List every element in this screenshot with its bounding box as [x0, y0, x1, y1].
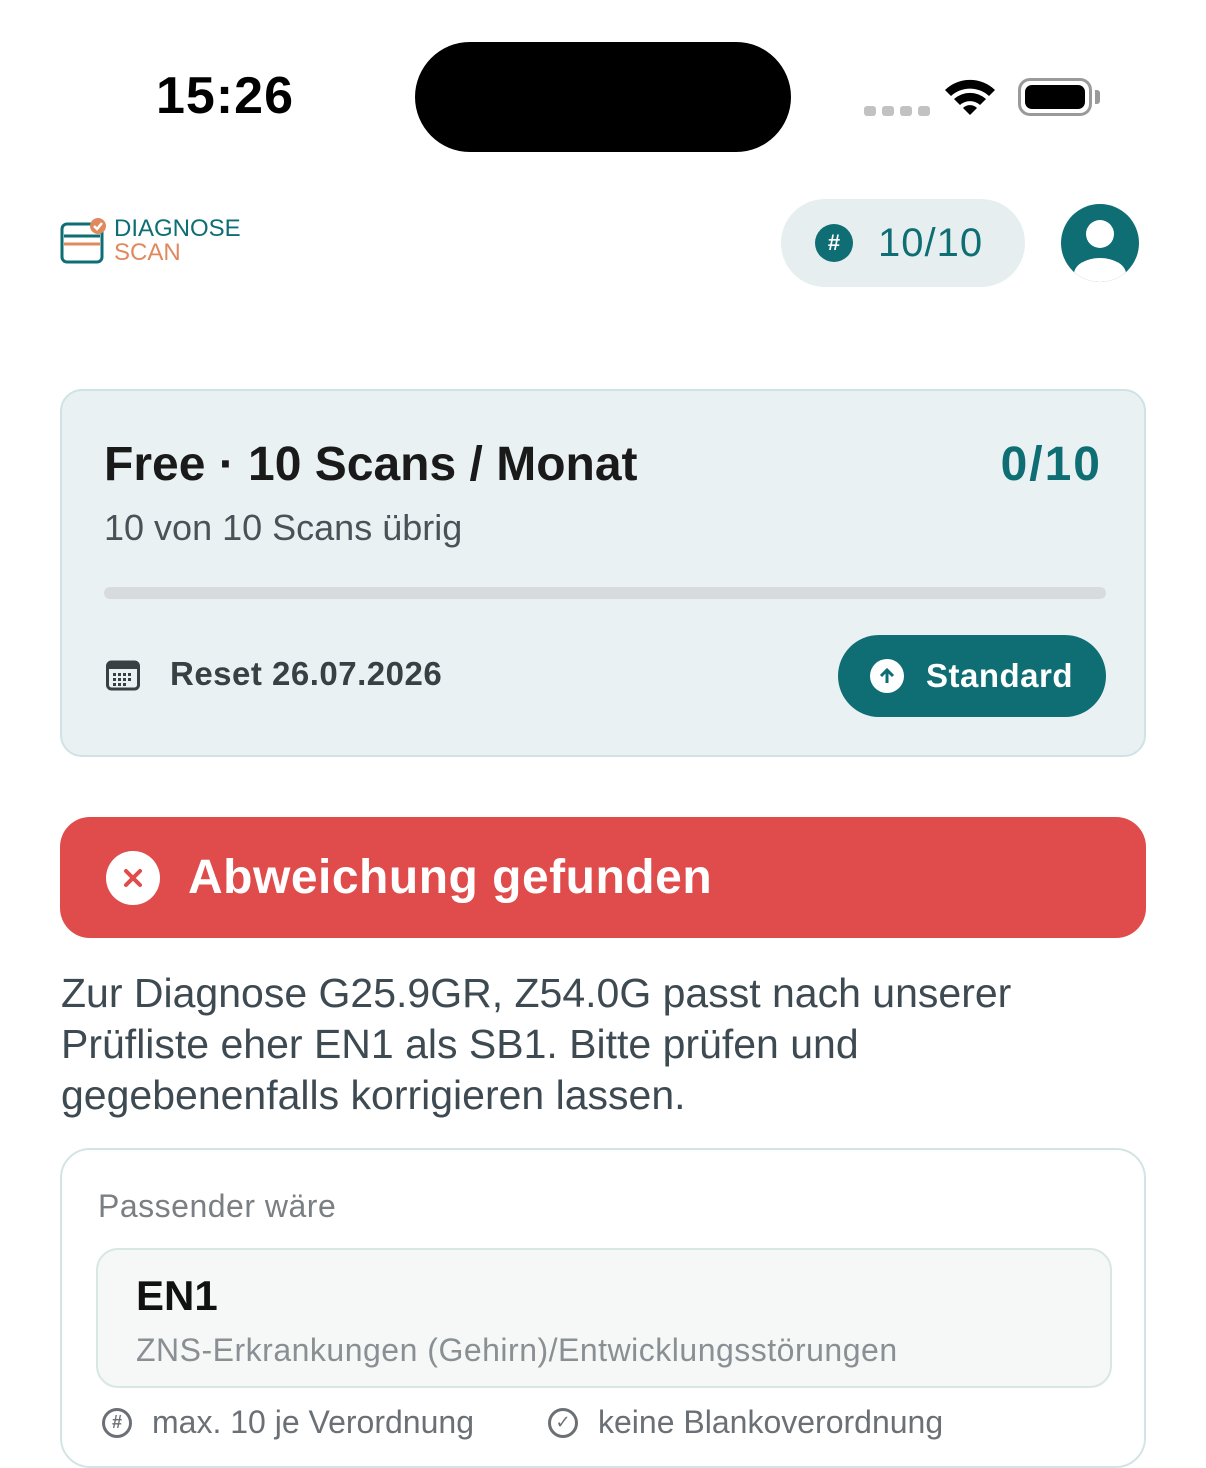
- logo-icon: [60, 218, 106, 264]
- app-logo: DIAGNOSE SCAN: [60, 216, 241, 266]
- meta-max-per-prescription: # max. 10 je Verordnung: [102, 1404, 474, 1441]
- dynamic-island: [415, 42, 791, 152]
- logo-text-line1: DIAGNOSE: [114, 215, 241, 242]
- battery-tip: [1095, 90, 1100, 104]
- suggested-code-description: ZNS-Erkrankungen (Gehirn)/Entwicklungsst…: [136, 1332, 898, 1368]
- reset-date: Reset 26.07.2026: [170, 655, 443, 692]
- alert-title: Abweichung gefunden: [188, 851, 713, 904]
- meta-no-blank-prescription: ✓ keine Blankoverordnung: [548, 1404, 943, 1441]
- arrow-up-circle-icon: [870, 659, 904, 693]
- upgrade-standard-button[interactable]: Standard: [838, 635, 1106, 717]
- hash-icon: #: [102, 1407, 132, 1438]
- scan-quota-value: 10/10: [878, 220, 984, 265]
- calendar-icon: [106, 660, 140, 691]
- meta-text: max. 10 je Verordnung: [152, 1404, 474, 1440]
- check-circle-icon: ✓: [548, 1407, 578, 1438]
- user-avatar-button[interactable]: [1061, 204, 1139, 282]
- suggested-code: EN1: [136, 1272, 218, 1319]
- meta-text: keine Blankoverordnung: [598, 1404, 944, 1440]
- battery-icon: [1018, 78, 1092, 116]
- logo-text: DIAGNOSE SCAN: [114, 217, 241, 265]
- wifi-icon: [945, 79, 995, 115]
- usage-progress-bar: [104, 587, 1106, 599]
- deviation-alert-banner: Abweichung gefunden: [60, 817, 1146, 938]
- plan-count: 0/10: [1000, 438, 1102, 491]
- plan-subtitle: 10 von 10 Scans übrig: [104, 507, 463, 548]
- plan-card: Free · 10 Scans / Monat 0/10 10 von 10 S…: [60, 389, 1146, 757]
- user-icon: [1074, 220, 1126, 282]
- hash-icon: #: [815, 224, 853, 262]
- suggestion-label: Passender wäre: [98, 1188, 337, 1224]
- cellular-signal-icon: [864, 106, 930, 116]
- plan-title: Free · 10 Scans / Monat: [104, 438, 638, 491]
- suggested-code-box: EN1 ZNS-Erkrankungen (Gehirn)/Entwicklun…: [96, 1248, 1112, 1388]
- upgrade-button-label: Standard: [926, 657, 1074, 694]
- suggestion-card: Passender wäre EN1 ZNS-Erkrankungen (Geh…: [60, 1148, 1146, 1468]
- close-circle-icon: [106, 850, 160, 905]
- scan-quota-pill[interactable]: # 10/10: [781, 199, 1025, 287]
- logo-text-line2: SCAN: [114, 239, 181, 266]
- deviation-description: Zur Diagnose G25.9GR, Z54.0G passt nach …: [61, 970, 1012, 1118]
- status-time: 15:26: [156, 67, 294, 125]
